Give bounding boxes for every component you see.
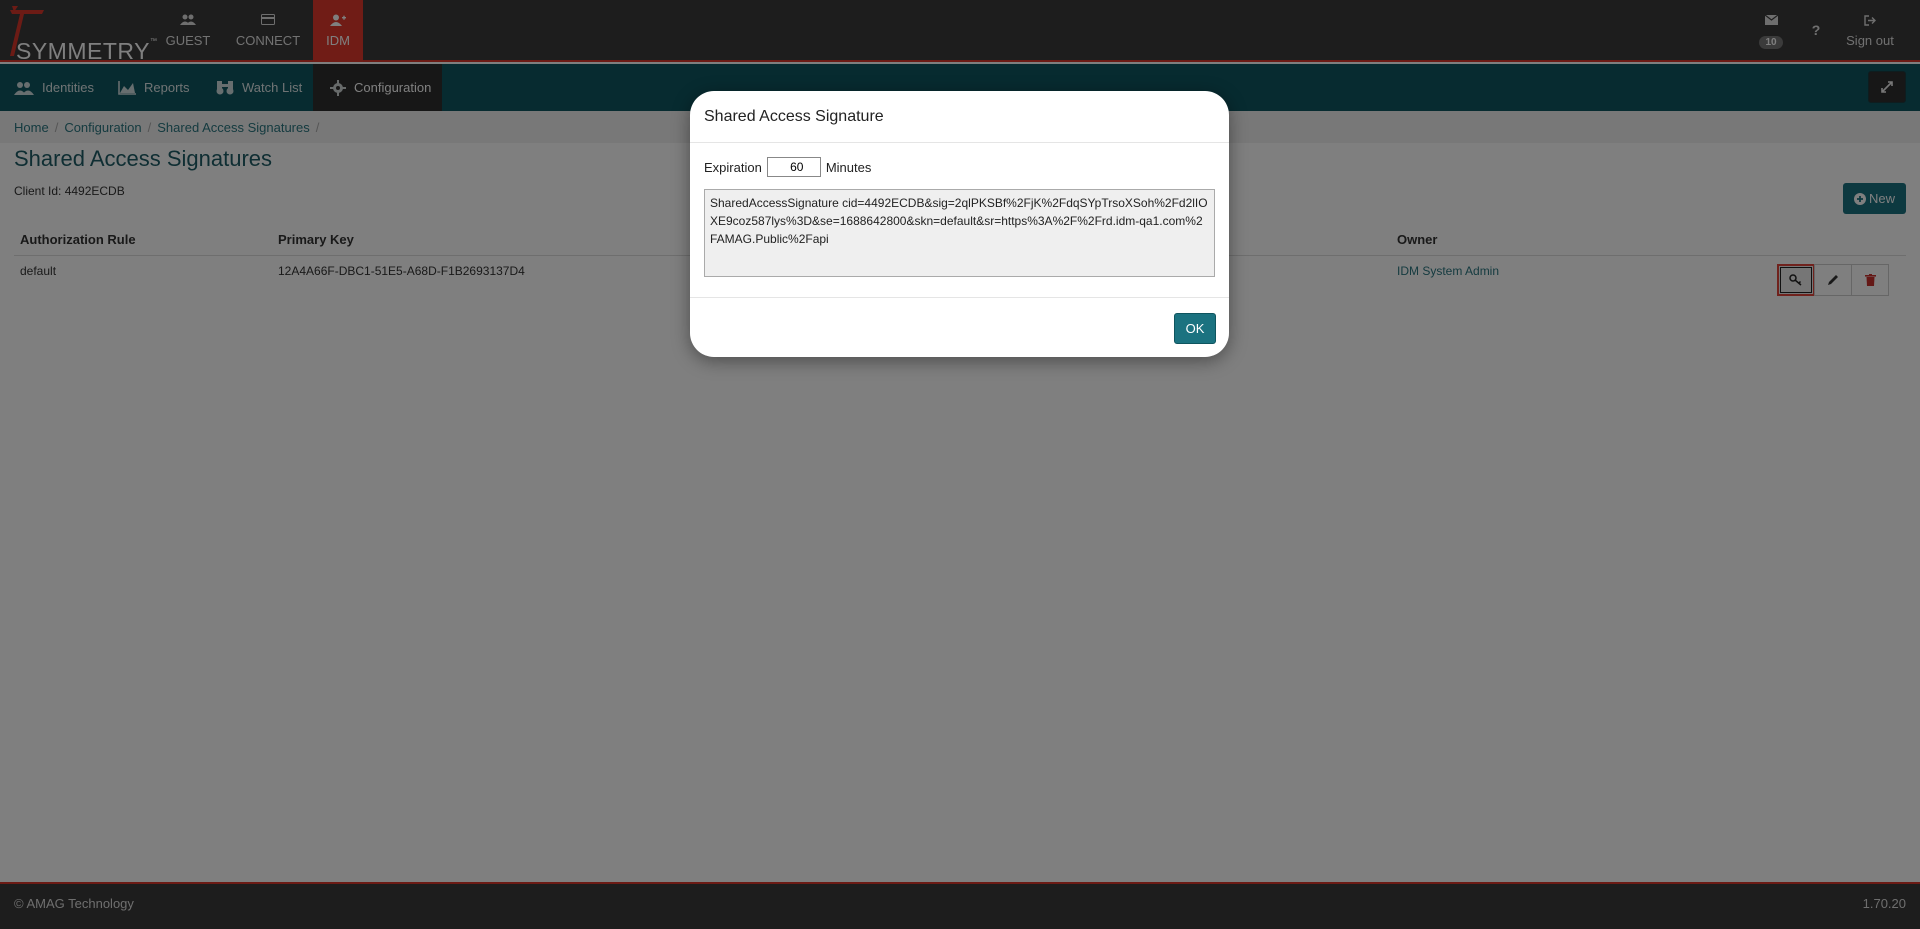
expiration-label: Expiration [704,159,762,175]
ok-button[interactable]: OK [1174,313,1216,344]
dialog-title: Shared Access Signature [690,91,1229,143]
expiration-input[interactable] [766,157,821,177]
expiration-row: Expiration Minutes [704,157,1215,177]
signature-textarea[interactable]: SharedAccessSignature cid=4492ECDB&sig=2… [704,189,1215,277]
dialog-body: Expiration Minutes SharedAccessSignature… [690,143,1229,298]
minutes-label: Minutes [825,159,872,175]
shared-access-signature-dialog: Shared Access Signature Expiration Minut… [690,91,1229,357]
